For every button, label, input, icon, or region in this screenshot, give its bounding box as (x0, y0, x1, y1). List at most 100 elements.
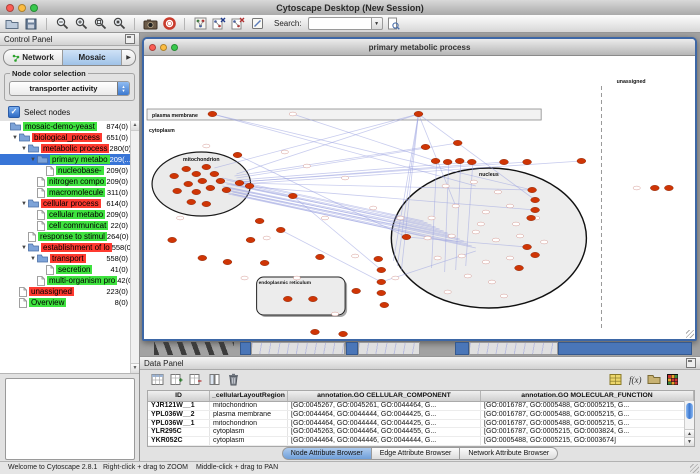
node (531, 197, 540, 202)
scroll-down-icon[interactable]: ▼ (685, 437, 694, 446)
disclosure-triangle-icon[interactable]: ▼ (11, 135, 19, 141)
tree-row-label: unassigned (29, 287, 74, 296)
table-cell: YJR121W__1 (148, 402, 210, 410)
node-unselected (281, 150, 288, 154)
import-attributes-icon[interactable] (646, 372, 661, 387)
network-file-icon (28, 232, 36, 242)
table-scrollbar[interactable]: ▲ ▼ (684, 401, 694, 446)
mdi-desktop: primary metabolic process plasma membran… (140, 33, 700, 356)
tree-row[interactable]: ▼metabolic process280(0) (0, 143, 139, 154)
table-cell: [GO:0044464, GO:0044446, GO:0044444, G..… (288, 437, 481, 445)
search-dropdown-button[interactable]: ▼ (371, 17, 383, 30)
zoom-selected-icon[interactable] (111, 16, 127, 31)
unhide-all-icon[interactable] (230, 16, 246, 31)
network-canvas[interactable]: plasma membranecytoplasmmitochondrionnuc… (144, 56, 695, 339)
column-header[interactable]: ID (148, 391, 210, 401)
select-attributes-icon[interactable] (150, 372, 165, 387)
tab-network-attribute-browser[interactable]: Network Attribute Browser (460, 447, 558, 460)
batch-editor-icon[interactable] (608, 372, 623, 387)
tree-row[interactable]: mosaic-demo-yeast874(0) (0, 121, 139, 132)
tree-row-label: cell communicat (47, 221, 108, 230)
tree-row[interactable]: ▼biological_process651(0) (0, 132, 139, 143)
node (235, 180, 244, 185)
node-unselected (452, 204, 459, 208)
edge (237, 114, 419, 174)
window-resize-grip[interactable] (690, 464, 699, 473)
zoom-out-icon[interactable] (54, 16, 70, 31)
table-cell: [GO:0044464, GO:0044444, GO:0044425, G..… (288, 420, 481, 428)
tab-overflow-arrow[interactable]: ▶ (122, 50, 135, 65)
table-cell: YKR052C (148, 437, 210, 445)
hide-selected-icon[interactable] (211, 16, 227, 31)
function-builder-icon[interactable]: f(x) (627, 372, 642, 387)
table-row[interactable]: YJR121W__1mitochondrion[GO:0045267, GO:0… (148, 402, 694, 411)
tree-row[interactable]: cell communicat22(0) (0, 220, 139, 231)
scrollbar-thumb[interactable] (686, 403, 693, 419)
tree-scrollbar[interactable]: ▲ ▼ (130, 121, 139, 373)
tree-row[interactable]: response to stimul264(0) (0, 231, 139, 242)
node (515, 265, 524, 270)
scroll-up-icon[interactable]: ▲ (131, 121, 139, 131)
annotation-icon[interactable] (249, 16, 265, 31)
network-window-titlebar[interactable]: primary metabolic process (144, 39, 695, 56)
save-session-icon[interactable] (23, 16, 39, 31)
control-panel-title: Control Panel (4, 35, 52, 44)
table-row[interactable]: YKR052Ccytoplasm[GO:0044464, GO:0044446,… (148, 437, 694, 446)
table-row[interactable]: YLR295Ccytoplasm[GO:0045263, GO:0044464,… (148, 428, 694, 437)
disclosure-triangle-icon[interactable]: ▼ (29, 157, 37, 163)
zoom-in-icon[interactable] (73, 16, 89, 31)
tab-network[interactable]: Network (4, 50, 63, 65)
disclosure-triangle-icon[interactable]: ▼ (20, 245, 28, 251)
column-header[interactable]: annotation.GO CELLULAR_COMPONENT (288, 391, 481, 401)
node-color-selection-group: Node color selection transporter activit… (4, 73, 135, 101)
tree-row[interactable]: ▼transport558(0) (0, 253, 139, 264)
table-cell: YLR295C (148, 428, 210, 436)
disclosure-triangle-icon[interactable]: ▼ (29, 256, 37, 262)
float-panel-icon[interactable] (686, 358, 696, 368)
help-icon[interactable] (161, 16, 177, 31)
frame-resize-grip[interactable] (686, 330, 694, 338)
birdseye-view[interactable] (5, 378, 135, 460)
disclosure-triangle-icon[interactable]: ▼ (20, 146, 28, 152)
zoom-fit-icon[interactable] (92, 16, 108, 31)
background-window-fragment (251, 342, 345, 355)
tree-row[interactable]: multi-organism pro42(0) (0, 275, 139, 286)
heatmap-icon[interactable] (665, 372, 680, 387)
graphics-details-icon[interactable] (192, 16, 208, 31)
trash-icon[interactable] (226, 372, 241, 387)
tree-row[interactable]: ▼cellular process614(0) (0, 198, 139, 209)
float-panel-icon[interactable] (125, 34, 135, 44)
column-header[interactable]: _cellularLayoutRegion (210, 391, 288, 401)
tab-node-attribute-browser[interactable]: Node Attribute Browser (282, 447, 372, 460)
tree-row[interactable]: macromolecule311(0) (0, 187, 139, 198)
table-row[interactable]: YPL036W__1mitochondrion[GO:0044464, GO:0… (148, 420, 694, 429)
tab-edge-attribute-browser[interactable]: Edge Attribute Browser (372, 447, 461, 460)
tree-row[interactable]: nucleobase-209(0) (0, 165, 139, 176)
node (170, 173, 179, 178)
open-file-icon[interactable] (4, 16, 20, 31)
tab-mosaic[interactable]: Mosaic (63, 50, 122, 65)
network-window[interactable]: primary metabolic process plasma membran… (142, 37, 697, 341)
new-attribute-icon[interactable] (169, 372, 184, 387)
column-header[interactable]: annotation.GO MOLECULAR_FUNCTION (481, 391, 694, 401)
node-unselected (500, 294, 507, 298)
tree-row[interactable]: cellular metabo209(0) (0, 209, 139, 220)
tree-row[interactable]: secretion41(0) (0, 264, 139, 275)
node (523, 244, 532, 249)
delete-attribute-icon[interactable] (188, 372, 203, 387)
tree-row[interactable]: ▼establishment of lo558(0) (0, 242, 139, 253)
select-nodes-checkbox[interactable]: ✓ (8, 106, 20, 118)
snapshot-icon[interactable] (142, 16, 158, 31)
search-options-icon[interactable] (386, 16, 402, 31)
tree-row[interactable]: ▼primary metabo209(... (0, 154, 139, 165)
table-cell: mitochondrion (210, 420, 288, 428)
disclosure-triangle-icon[interactable]: ▼ (20, 201, 28, 207)
column-icon[interactable] (207, 372, 222, 387)
tree-row[interactable]: Overview8(0) (0, 297, 139, 308)
table-row[interactable]: YPL036W__2plasma membrane[GO:0044464, GO… (148, 411, 694, 420)
node-color-dropdown[interactable]: transporter activity ▲▼ (9, 81, 130, 96)
tree-row[interactable]: unassigned223(0) (0, 286, 139, 297)
scroll-down-icon[interactable]: ▼ (131, 363, 139, 373)
tree-row[interactable]: nitrogen compo209(0) (0, 176, 139, 187)
search-input[interactable] (308, 17, 371, 30)
